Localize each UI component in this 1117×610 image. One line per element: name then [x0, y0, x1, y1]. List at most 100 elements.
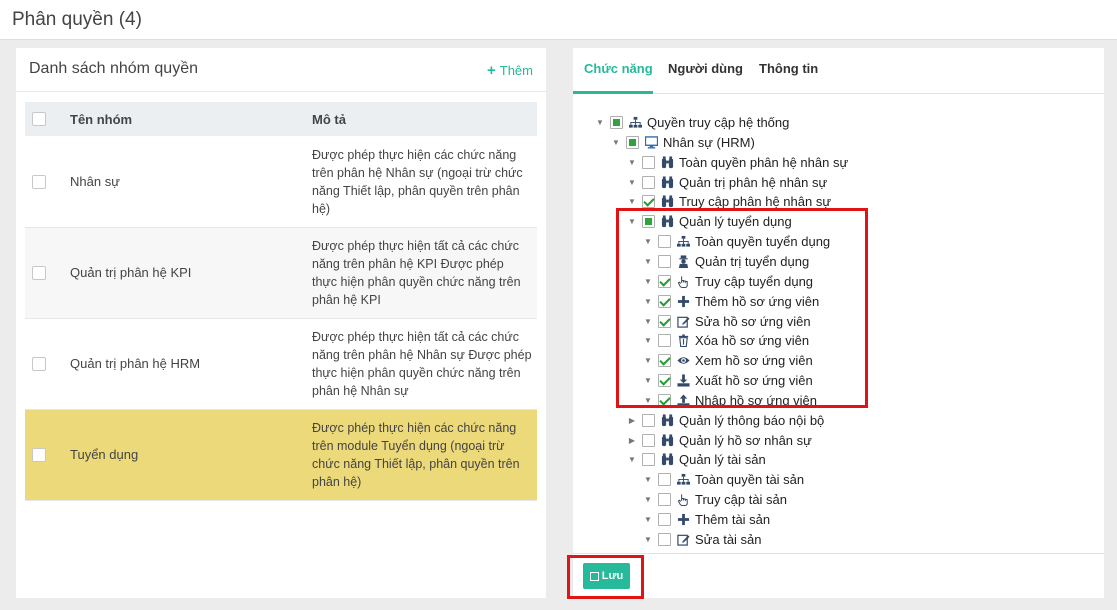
tree-node[interactable]: ▼ Sửa hồ sơ ứng viên [643, 311, 811, 331]
tree-node[interactable]: ▼ Nhân sự (HRM) [611, 132, 755, 152]
tree-checkbox[interactable] [658, 314, 671, 328]
tree-node[interactable]: ▼ Quản trị tuyển dụng [643, 251, 809, 271]
plus-icon [676, 512, 690, 526]
tree-node-label: Xuất hồ sơ ứng viên [695, 372, 813, 388]
tree-checkbox[interactable] [610, 115, 623, 129]
caret-right-icon[interactable]: ▶ [627, 416, 637, 425]
tree-checkbox[interactable] [658, 333, 671, 347]
table-row-selected[interactable]: Tuyển dụng Được phép thực hiện các chức … [25, 410, 537, 501]
table-row[interactable]: Quản trị phân hệ HRM Được phép thực hiện… [25, 319, 537, 410]
active-tab-indicator [573, 91, 653, 94]
tree-node[interactable]: ▼ Quản lý tuyển dụng [627, 211, 792, 231]
caret-down-icon[interactable]: ▼ [643, 336, 653, 345]
caret-down-icon[interactable]: ▼ [643, 317, 653, 326]
caret-down-icon[interactable]: ▼ [643, 376, 653, 385]
tree-checkbox[interactable] [626, 135, 639, 149]
table-row[interactable]: Nhân sự Được phép thực hiện các chức năn… [25, 136, 537, 228]
tree-node[interactable]: ▼ Truy cập tuyển dụng [643, 271, 813, 291]
tree-node[interactable]: ▼ Thêm tài sản [643, 509, 770, 529]
tree-node[interactable]: ▼ Xem hồ sơ ứng viên [643, 350, 813, 370]
tree-node[interactable]: ▼ Quản trị phân hệ nhân sự [627, 172, 827, 192]
tree-node[interactable]: ▼ Toàn quyền tài sản [643, 469, 804, 489]
tree-checkbox[interactable] [642, 452, 655, 466]
tree-node[interactable]: ▼ Truy cập phân hệ nhân sự [627, 191, 831, 211]
tree-node-label: Xem hồ sơ ứng viên [695, 352, 813, 368]
add-role-group-button[interactable]: + Thêm [487, 62, 533, 79]
sitemap-icon [676, 472, 690, 486]
tree-checkbox[interactable] [658, 373, 671, 387]
tree-node[interactable]: ▼ Quyền truy cập hệ thống [595, 112, 789, 132]
tree-node[interactable]: ▼ Truy cập tài sản [643, 489, 787, 509]
tree-node[interactable]: ▼ Toàn quyền phân hệ nhân sự [627, 152, 848, 172]
row-name: Quản trị phân hệ HRM [70, 356, 201, 371]
tree-node[interactable]: ▼ Xóa hồ sơ ứng viên [643, 330, 809, 350]
row-desc: Được phép thực hiện tất cả các chức năng… [312, 330, 532, 398]
download-icon [676, 373, 690, 387]
row-checkbox[interactable] [32, 266, 46, 280]
caret-down-icon[interactable]: ▼ [627, 158, 637, 167]
tree-checkbox[interactable] [658, 274, 671, 288]
tree-checkbox[interactable] [642, 194, 655, 208]
tree-checkbox[interactable] [658, 393, 671, 407]
table-body: Nhân sự Được phép thực hiện các chức năn… [25, 136, 537, 501]
tree-node[interactable]: ▼ Nhập hồ sơ ứng viên [643, 390, 817, 410]
tree-checkbox[interactable] [658, 294, 671, 308]
caret-down-icon[interactable]: ▼ [627, 455, 637, 464]
caret-down-icon[interactable]: ▼ [643, 257, 653, 266]
role-group-table: Tên nhóm Mô tả Nhân sự Được phép thực hi… [25, 102, 537, 501]
row-checkbox[interactable] [32, 357, 46, 371]
save-button[interactable]: Lưu [583, 563, 630, 589]
caret-down-icon[interactable]: ▼ [643, 535, 653, 544]
tab-functions[interactable]: Chức năng [584, 61, 653, 76]
table-row[interactable]: Quản trị phân hệ KPI Được phép thực hiện… [25, 228, 537, 319]
tree-checkbox[interactable] [642, 433, 655, 447]
tree-checkbox[interactable] [642, 175, 655, 189]
add-label: Thêm [499, 63, 533, 78]
row-checkbox[interactable] [32, 448, 46, 462]
caret-down-icon[interactable]: ▼ [643, 475, 653, 484]
tree-checkbox[interactable] [658, 492, 671, 506]
caret-down-icon[interactable]: ▼ [643, 396, 653, 405]
tree-node[interactable]: ▼ Sửa tài sản [643, 529, 762, 549]
tab-info[interactable]: Thông tin [759, 61, 818, 76]
tree-checkbox[interactable] [658, 254, 671, 268]
caret-down-icon[interactable]: ▼ [627, 178, 637, 187]
tree-node-label: Quản lý hồ sơ nhân sự [679, 432, 812, 448]
select-all-checkbox[interactable] [32, 112, 46, 126]
tree-node-label: Thêm hồ sơ ứng viên [695, 293, 820, 309]
tree-checkbox[interactable] [642, 214, 655, 228]
tree-node[interactable]: ▶ Quản lý thông báo nội bộ [627, 410, 824, 430]
caret-down-icon[interactable]: ▼ [595, 118, 605, 127]
caret-down-icon[interactable]: ▼ [643, 277, 653, 286]
tree-node[interactable]: ▼ Xuất hồ sơ ứng viên [643, 370, 813, 390]
tree-checkbox[interactable] [642, 155, 655, 169]
tree-node[interactable]: ▼ Quản lý tài sản [627, 449, 766, 469]
tree-node-label: Quản trị phân hệ nhân sự [679, 174, 828, 190]
binoculars-icon [660, 194, 674, 208]
tree-checkbox[interactable] [642, 413, 655, 427]
sitemap-icon [676, 234, 690, 248]
tree-checkbox[interactable] [658, 512, 671, 526]
tree-checkbox[interactable] [658, 234, 671, 248]
tree-checkbox[interactable] [658, 532, 671, 546]
tree-checkbox[interactable] [658, 353, 671, 367]
tree-node-label: Quản lý thông báo nội bộ [679, 412, 825, 428]
tree-node[interactable]: ▼ Thêm hồ sơ ứng viên [643, 291, 819, 311]
tree-checkbox[interactable] [658, 472, 671, 486]
caret-down-icon[interactable]: ▼ [643, 515, 653, 524]
caret-down-icon[interactable]: ▼ [643, 237, 653, 246]
tree-node[interactable]: ▼ Toàn quyền tuyển dụng [643, 231, 830, 251]
caret-down-icon[interactable]: ▼ [611, 138, 621, 147]
caret-down-icon[interactable]: ▼ [627, 197, 637, 206]
caret-down-icon[interactable]: ▼ [643, 297, 653, 306]
tree-node-label: Nhập hồ sơ ứng viên [695, 392, 818, 408]
tab-users[interactable]: Người dùng [668, 61, 743, 76]
row-checkbox[interactable] [32, 175, 46, 189]
caret-down-icon[interactable]: ▼ [643, 495, 653, 504]
tree-node-label: Truy cập tuyển dụng [695, 273, 814, 289]
caret-down-icon[interactable]: ▼ [627, 217, 637, 226]
row-name: Nhân sự [70, 174, 120, 189]
caret-down-icon[interactable]: ▼ [643, 356, 653, 365]
tree-node[interactable]: ▶ Quản lý hồ sơ nhân sự [627, 430, 812, 450]
caret-right-icon[interactable]: ▶ [627, 436, 637, 445]
